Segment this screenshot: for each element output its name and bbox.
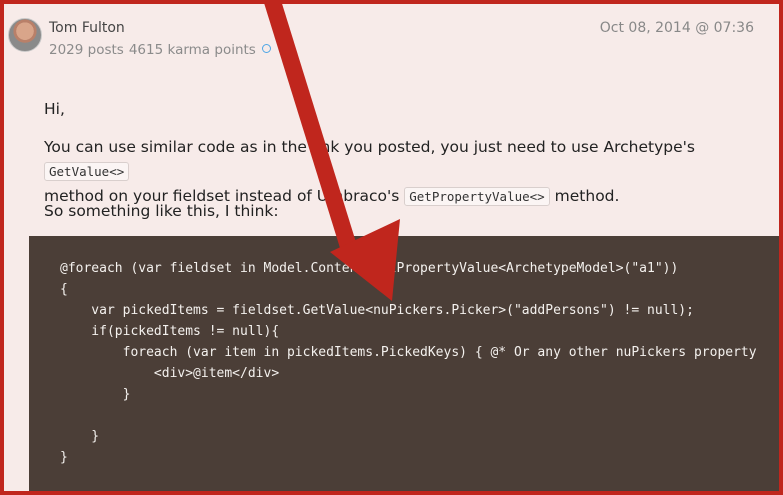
inline-code-getvalue: GetValue<> [44, 162, 130, 181]
avatar[interactable] [8, 18, 42, 52]
message-paragraph: You can use similar code as in the link … [44, 135, 764, 209]
author-stats: 2029 posts 4615 karma points [49, 42, 271, 58]
post-count: 2029 posts [49, 42, 124, 58]
code-line: } [60, 429, 100, 444]
forum-post: Tom Fulton 2029 posts 4615 karma points O… [4, 4, 779, 491]
message-intro-code: So something like this, I think: [44, 202, 279, 220]
code-line: @foreach (var fieldset in Model.Content.… [60, 261, 679, 276]
code-content: @foreach (var fieldset in Model.Content.… [29, 236, 779, 468]
inline-code-getpropertyvalue: GetPropertyValue<> [404, 187, 550, 206]
code-line: <div>@item</div> [60, 366, 280, 381]
online-status-icon [261, 44, 271, 53]
karma-points: 4615 karma points [128, 42, 256, 58]
greeting: Hi, [44, 100, 65, 118]
author-name[interactable]: Tom Fulton [49, 20, 125, 36]
code-line: if(pickedItems != null){ [60, 324, 280, 339]
message-text-1: You can use similar code as in the link … [44, 138, 695, 156]
post-date: Oct 08, 2014 @ 07:36 [599, 20, 754, 36]
code-line: foreach (var item in pickedItems.PickedK… [60, 345, 757, 360]
code-line: { [60, 282, 68, 297]
code-line: var pickedItems = fieldset.GetValue<nuPi… [60, 303, 694, 318]
code-line: } [60, 387, 131, 402]
code-block[interactable]: @foreach (var fieldset in Model.Content.… [29, 236, 779, 491]
code-line: } [60, 450, 68, 465]
message-text-3: method. [554, 187, 620, 205]
